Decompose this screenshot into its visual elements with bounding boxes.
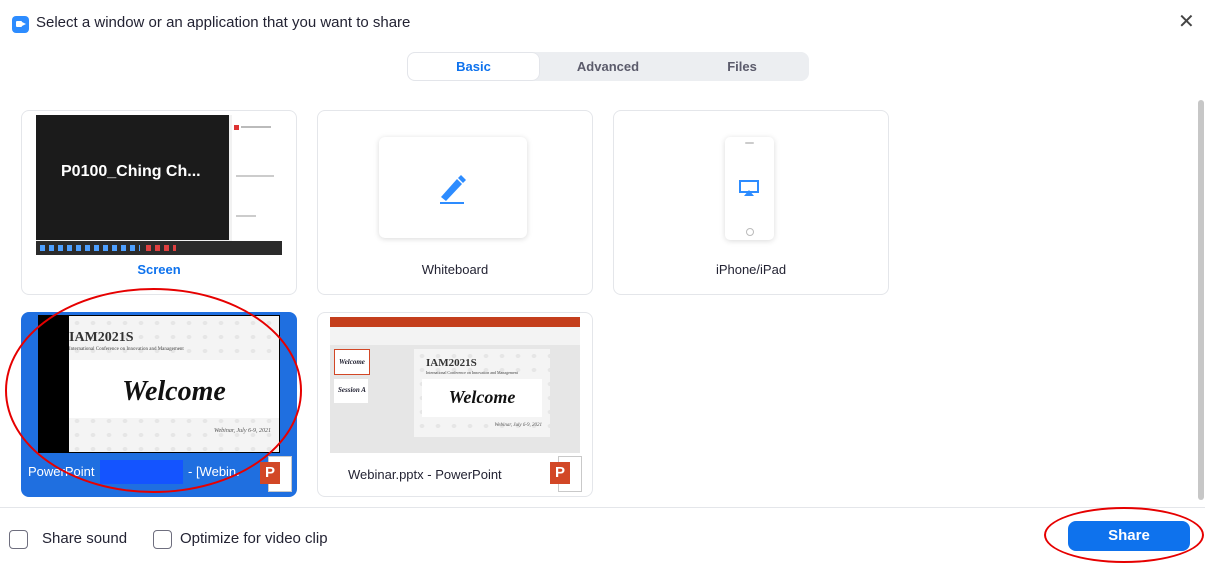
title-bar: Select a window or an application that y… — [0, 0, 1205, 44]
window-title: Select a window or an application that y… — [36, 14, 411, 31]
source-iphone-ipad[interactable]: iPhone/iPad — [613, 110, 889, 295]
pen-icon — [440, 175, 466, 204]
source-screen-label: Screen — [137, 262, 181, 277]
share-sound-label[interactable]: Share sound — [42, 530, 127, 547]
screen-thumbnail: P0100_Ching Ch... — [36, 115, 282, 255]
side-thumb-session: Session A — [338, 386, 366, 394]
video-preview: P0100_Ching Ch... — [36, 115, 229, 240]
source-webinar-label: Webinar.pptx - PowerPoint — [348, 467, 502, 482]
tab-advanced[interactable]: Advanced — [541, 52, 675, 81]
redaction-box — [100, 460, 183, 484]
pptx-slide-welcome: Welcome — [448, 387, 516, 407]
slide-subtitle: International Conference on Innovation a… — [69, 347, 184, 352]
source-whiteboard-label: Whiteboard — [421, 262, 489, 277]
tab-files[interactable]: Files — [675, 52, 809, 81]
zoom-app-icon — [12, 16, 29, 33]
source-powerpoint-window[interactable]: IAM2021S International Conference on Inn… — [21, 312, 297, 497]
pptx-app-preview: Welcome Session A IAM2021S International… — [330, 317, 580, 453]
whiteboard-preview — [379, 137, 527, 238]
taskbar — [36, 241, 282, 255]
pptx-slide-subtitle: International Conference on Innovation a… — [426, 370, 518, 375]
source-webinar-pptx[interactable]: Welcome Session A IAM2021S International… — [317, 312, 593, 497]
tab-basic[interactable]: Basic — [407, 52, 540, 81]
pptx-slide-date: Webinar, July 6-9, 2021 — [494, 423, 542, 428]
slide-welcome: Welcome — [122, 376, 226, 407]
participant-panel — [232, 115, 282, 241]
source-whiteboard[interactable]: Whiteboard — [317, 110, 593, 295]
slide-date: Webinar, July 6-9, 2021 — [214, 428, 271, 434]
source-iphone-label: iPhone/iPad — [715, 262, 787, 277]
footer-bar: Share sound Optimize for video clip — [0, 507, 1205, 558]
powerpoint-icon: P — [550, 456, 582, 492]
share-sound-checkbox[interactable] — [9, 530, 28, 549]
share-tabs: Basic Advanced Files — [407, 52, 809, 81]
optimize-video-checkbox[interactable] — [153, 530, 172, 549]
ppt-window-label-prefix: PowerPoint — [28, 464, 95, 479]
powerpoint-icon: P — [260, 456, 292, 492]
participant-name: P0100_Ching Ch... — [61, 163, 201, 180]
iphone-preview — [725, 137, 774, 240]
slide-title: IAM2021S — [69, 330, 134, 345]
scrollbar-thumb[interactable] — [1198, 100, 1204, 500]
airplay-icon — [739, 180, 759, 196]
optimize-video-label[interactable]: Optimize for video clip — [180, 530, 328, 547]
side-thumb-welcome: Welcome — [339, 358, 365, 366]
ppt-window-label-suffix: - [Webin. — [188, 464, 240, 479]
close-icon[interactable]: ✕ — [1178, 10, 1195, 34]
share-button[interactable]: Share — [1068, 521, 1190, 551]
slide-content: IAM2021S International Conference on Inn… — [69, 316, 279, 452]
pptx-slide: IAM2021S International Conference on Inn… — [414, 349, 550, 437]
pptx-slide-title: IAM2021S — [426, 357, 477, 369]
